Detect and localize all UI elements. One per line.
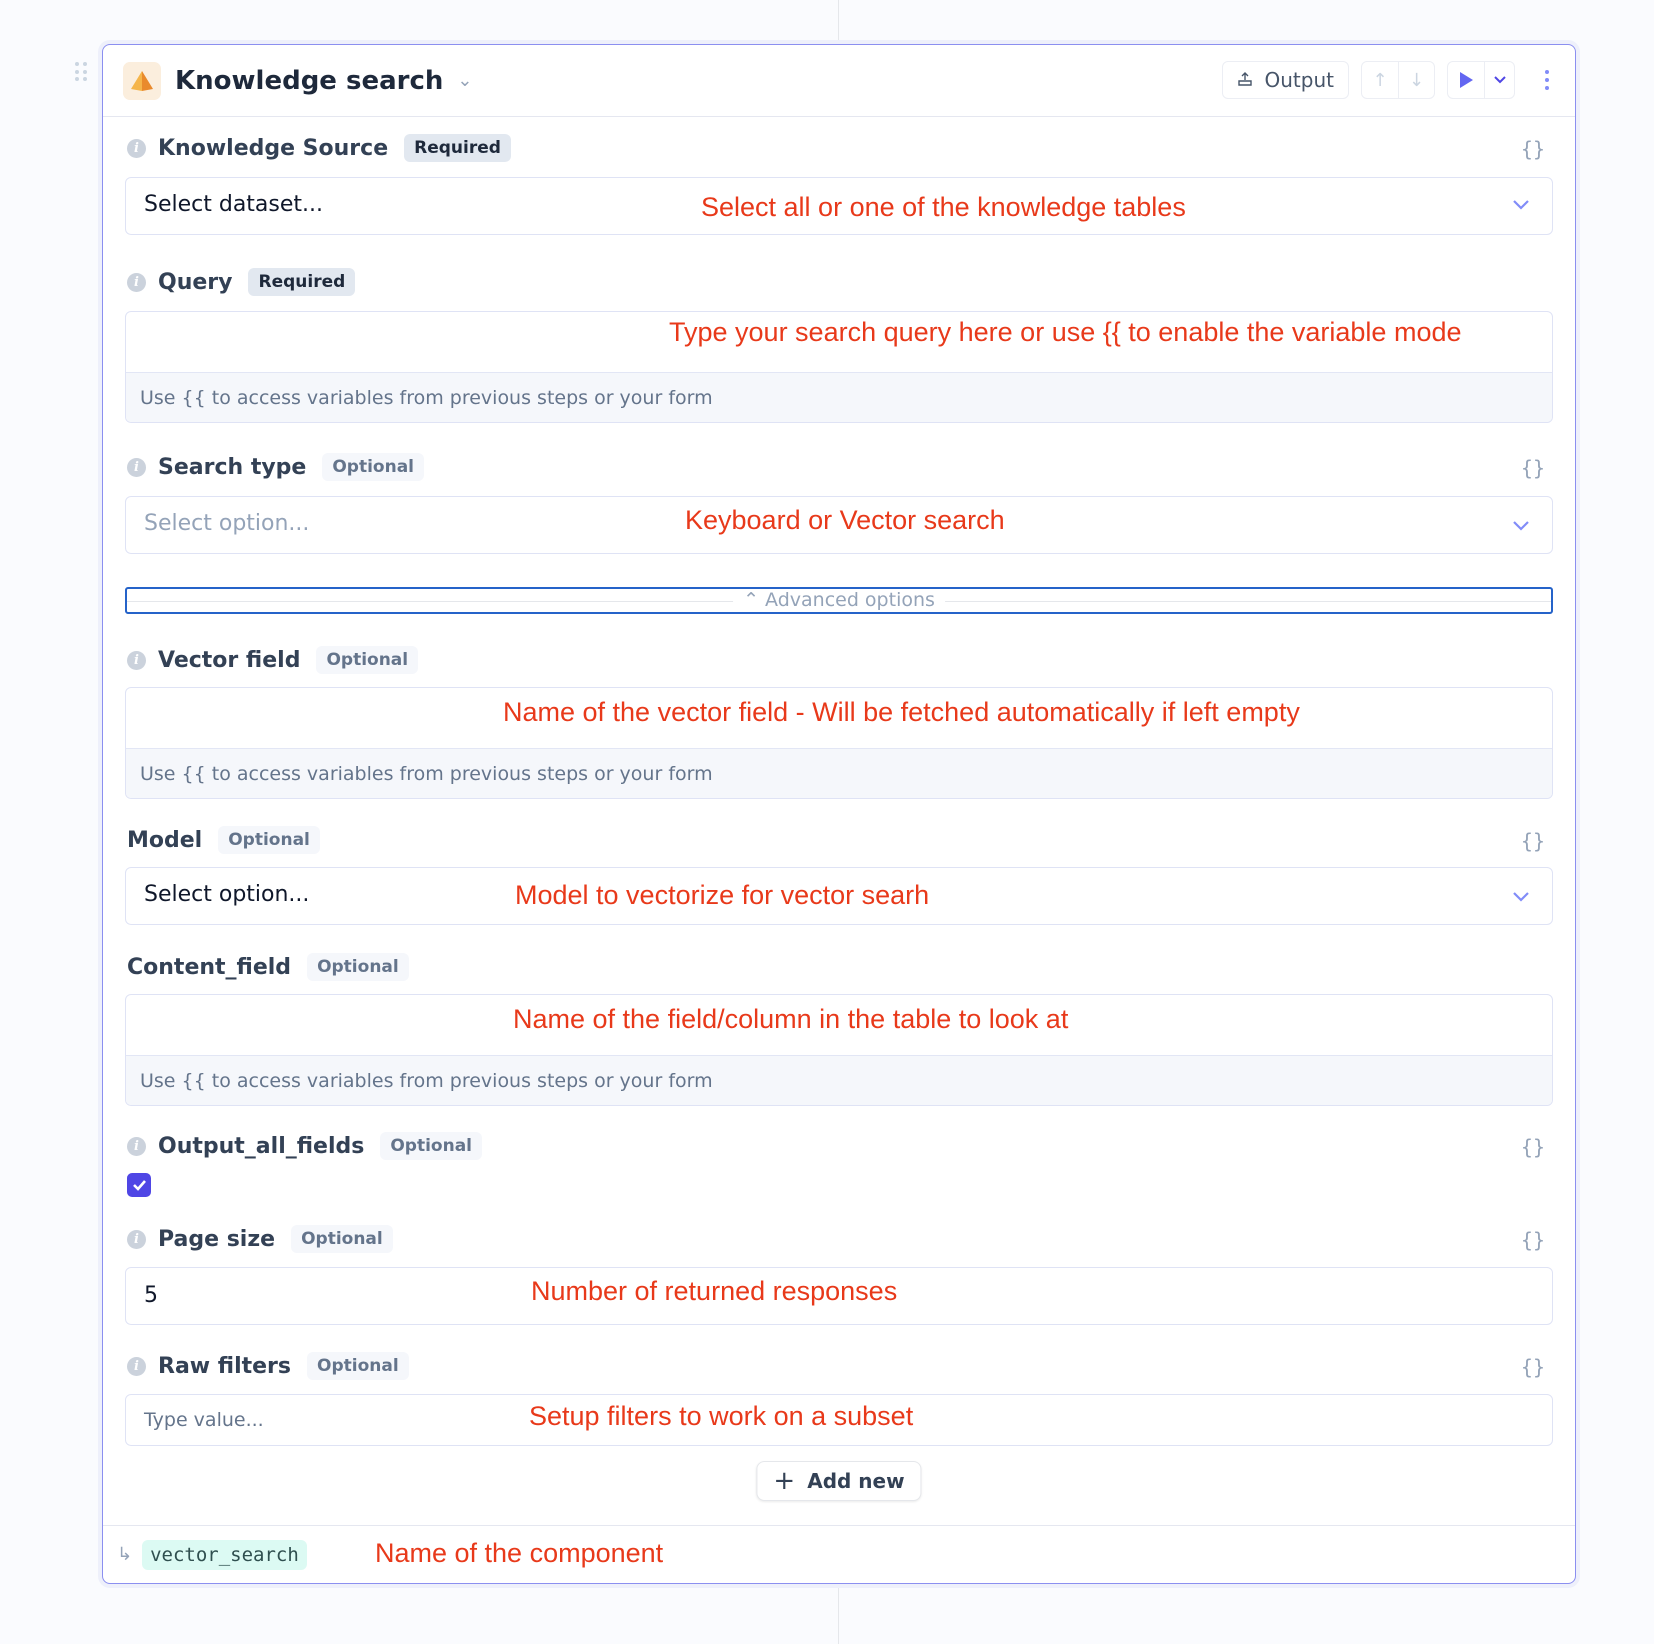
info-icon[interactable]: i	[127, 1229, 146, 1249]
info-icon[interactable]: i	[127, 1136, 146, 1156]
chevron-down-icon[interactable]: ⌄	[457, 70, 472, 91]
optional-badge: Optional	[322, 453, 425, 481]
optional-badge: Optional	[380, 1132, 483, 1160]
output-all-fields-checkbox[interactable]	[127, 1173, 151, 1197]
output-button[interactable]: Output	[1221, 61, 1349, 99]
move-up-icon[interactable]: ↑	[1362, 62, 1398, 98]
drag-handle-icon[interactable]	[75, 62, 89, 82]
search-type-label: i Search type Optional	[127, 450, 425, 484]
annotation-search-type: Keyboard or Vector search	[685, 505, 1005, 535]
page-size-label: i Page size Optional	[127, 1222, 393, 1256]
optional-badge: Optional	[291, 1225, 393, 1253]
variable-braces-icon[interactable]: {}	[1521, 1228, 1545, 1252]
annotation-content-field: Name of the field/column in the table to…	[513, 1004, 1069, 1034]
advanced-options-toggle[interactable]: ⌃ Advanced options	[125, 587, 1553, 614]
run-buttons	[1447, 61, 1515, 99]
annotation-page-size: Number of returned responses	[531, 1276, 898, 1306]
knowledge-search-card: Knowledge search ⌄ Output ↑ ↓ i Knowledg…	[102, 44, 1576, 1584]
card-header: Knowledge search ⌄ Output ↑ ↓	[103, 45, 1575, 117]
annotation-query: Type your search query here or use {{ to…	[669, 317, 1462, 347]
chevron-down-icon	[1512, 196, 1530, 215]
annotation-raw-filters: Setup filters to work on a subset	[529, 1401, 914, 1431]
move-down-icon[interactable]: ↓	[1398, 62, 1434, 98]
query-hint: Use {{ to access variables from previous…	[126, 372, 1552, 422]
move-buttons: ↑ ↓	[1361, 61, 1435, 99]
annotation-model: Model to vectorize for vector searh	[515, 880, 930, 910]
info-icon[interactable]: i	[127, 272, 146, 292]
variable-braces-icon[interactable]: {}	[1521, 456, 1545, 480]
plus-icon: +	[773, 1466, 796, 1496]
variable-braces-icon[interactable]: {}	[1521, 1355, 1545, 1379]
chevron-up-icon: ⌃	[743, 589, 759, 611]
add-new-button[interactable]: + Add new	[756, 1461, 922, 1501]
output-label: Output	[1264, 68, 1334, 92]
run-options-chevron-icon[interactable]	[1484, 62, 1514, 98]
return-arrow-icon: ↳	[117, 1544, 133, 1565]
knowledge-logo-icon	[123, 61, 161, 100]
vector-field-hint: Use {{ to access variables from previous…	[126, 748, 1552, 798]
model-label: Model Optional	[127, 823, 320, 857]
query-label: i Query Required	[127, 265, 356, 299]
play-icon[interactable]	[1448, 62, 1484, 98]
optional-badge: Optional	[218, 826, 320, 854]
annotation-component-name: Name of the component	[375, 1538, 664, 1568]
annotation-vector-field: Name of the vector field - Will be fetch…	[503, 697, 1300, 727]
output-icon	[1237, 68, 1253, 92]
variable-braces-icon[interactable]: {}	[1521, 829, 1545, 853]
variable-braces-icon[interactable]: {}	[1521, 137, 1545, 161]
connector-line-top	[838, 0, 839, 44]
chevron-down-icon	[1512, 888, 1530, 907]
required-badge: Required	[404, 134, 511, 162]
variable-braces-icon[interactable]: {}	[1521, 1135, 1545, 1159]
info-icon[interactable]: i	[127, 457, 146, 477]
content-field-hint: Use {{ to access variables from previous…	[126, 1055, 1552, 1105]
chevron-down-icon	[1512, 517, 1530, 536]
output-all-fields-label: i Output_all_fields Optional	[127, 1129, 483, 1163]
step-title[interactable]: Knowledge search	[175, 66, 443, 96]
component-name-badge[interactable]: vector_search	[142, 1539, 307, 1570]
info-icon[interactable]: i	[127, 1356, 146, 1376]
connector-line-bottom	[838, 1584, 839, 1644]
optional-badge: Optional	[307, 1352, 409, 1380]
optional-badge: Optional	[316, 646, 419, 674]
info-icon[interactable]: i	[127, 650, 146, 670]
card-footer: ↳ vector_search Name of the component	[103, 1525, 1575, 1583]
info-icon[interactable]: i	[127, 138, 146, 158]
knowledge-source-label: i Knowledge Source Required	[127, 131, 511, 165]
raw-filters-label: i Raw filters Optional	[127, 1349, 409, 1383]
content-field-label: Content_field Optional	[127, 950, 409, 984]
required-badge: Required	[248, 268, 356, 296]
optional-badge: Optional	[307, 953, 409, 981]
vector-field-label: i Vector field Optional	[127, 643, 419, 677]
more-options-icon[interactable]	[1537, 70, 1557, 90]
annotation-knowledge-source: Select all or one of the knowledge table…	[701, 192, 1186, 222]
